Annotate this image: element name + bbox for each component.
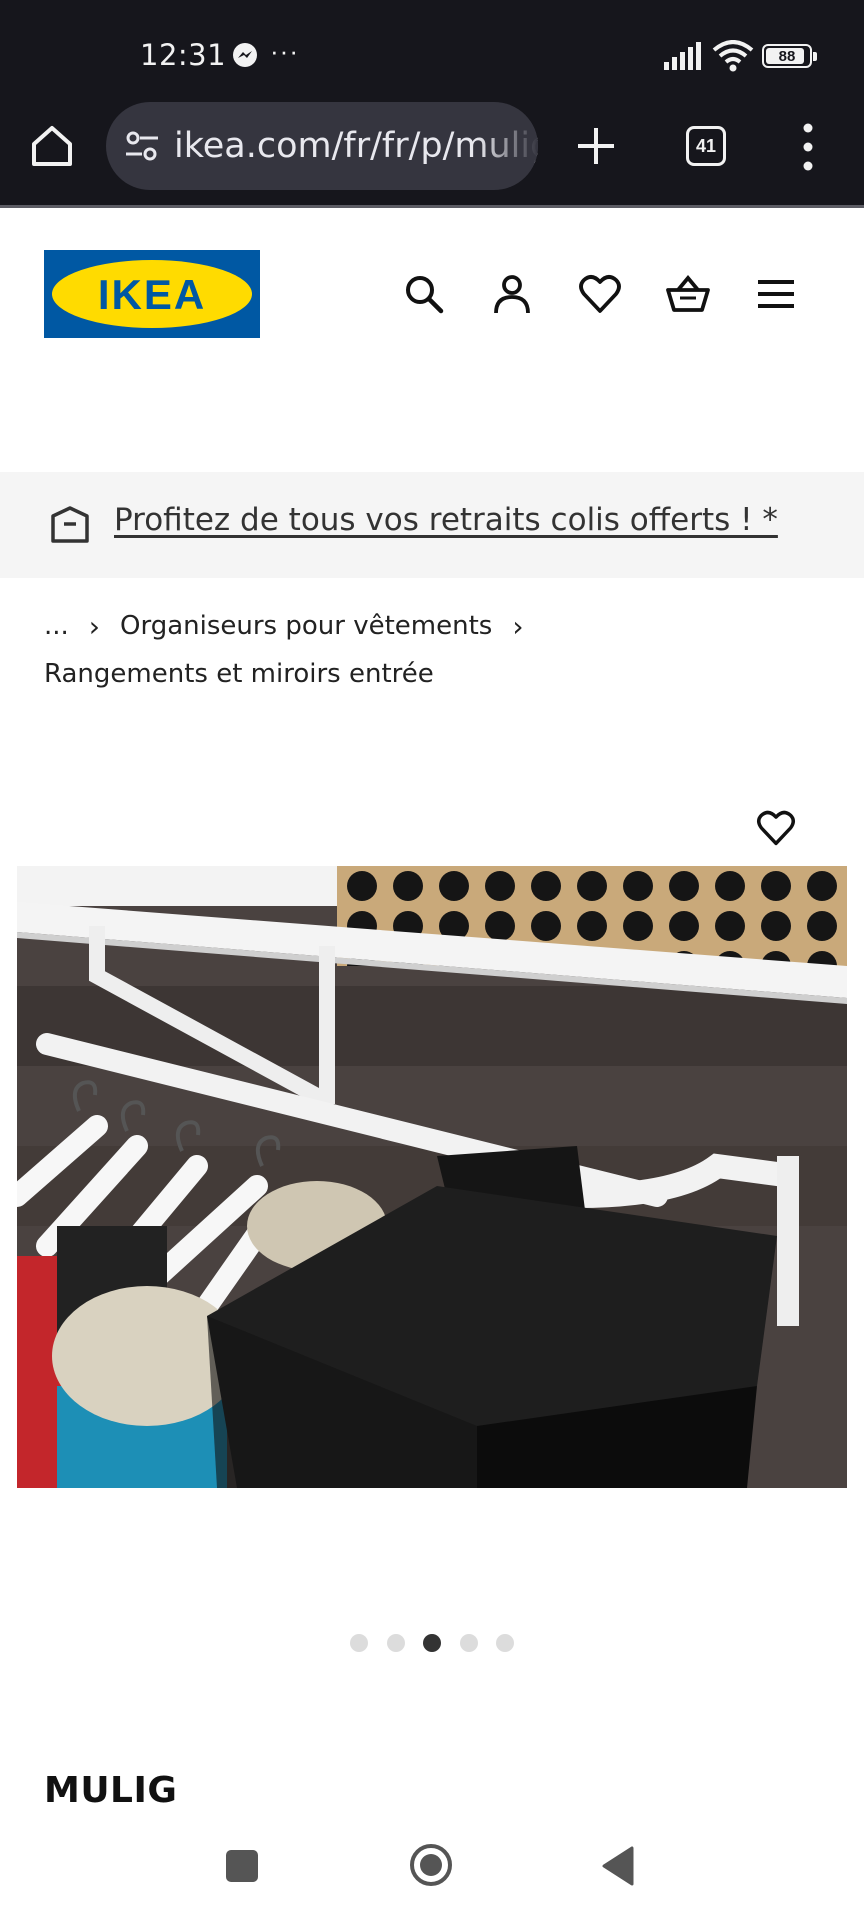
- chevron-right-icon: ›: [88, 609, 100, 643]
- carousel-dot-4[interactable]: [459, 1634, 478, 1652]
- search-icon[interactable]: [402, 272, 446, 316]
- product-name: MULIG: [44, 1770, 178, 1811]
- breadcrumb-current[interactable]: Rangements et miroirs entrée: [44, 654, 844, 694]
- hamburger-menu-icon[interactable]: [754, 272, 798, 316]
- promo-banner: Profitez de tous vos retraits colis offe…: [0, 472, 864, 578]
- new-tab-icon[interactable]: [572, 122, 620, 170]
- carousel-dot-3-active[interactable]: [423, 1634, 441, 1652]
- carousel-dots: [350, 1634, 514, 1654]
- carousel-dot-2[interactable]: [386, 1634, 405, 1652]
- battery-level: 88: [778, 47, 796, 65]
- carousel-dot-1[interactable]: [350, 1634, 368, 1652]
- promo-link[interactable]: Profitez de tous vos retraits colis offe…: [114, 502, 778, 538]
- nav-home-icon[interactable]: [408, 1842, 454, 1888]
- ikea-logo[interactable]: IKEA: [44, 250, 260, 338]
- more-vert-icon[interactable]: [796, 120, 820, 174]
- carousel-dot-5[interactable]: [496, 1634, 514, 1652]
- browser-toolbar: ikea.com/fr/fr/p/mulig- 41: [0, 100, 864, 208]
- add-to-favorites-button[interactable]: [740, 792, 812, 864]
- breadcrumb-ellipsis[interactable]: ...: [44, 611, 69, 641]
- messenger-icon: [233, 43, 257, 67]
- ikea-logo-text: IKEA: [98, 271, 206, 318]
- tabs-icon[interactable]: 41: [686, 126, 726, 166]
- battery-icon: 88: [762, 44, 817, 68]
- address-bar[interactable]: ikea.com/fr/fr/p/mulig-: [106, 102, 538, 190]
- chevron-right-icon: ›: [512, 609, 524, 643]
- cart-icon[interactable]: [666, 272, 710, 316]
- status-time: 12:31: [140, 38, 227, 72]
- android-nav-bar: [0, 1820, 864, 1920]
- favorites-icon[interactable]: [578, 272, 622, 316]
- signal-icon: [664, 42, 701, 70]
- home-icon[interactable]: [28, 122, 76, 170]
- status-overflow-dots: ···: [270, 36, 299, 66]
- breadcrumb: ... › Organiseurs pour vêtements › Range…: [44, 606, 844, 694]
- back-icon[interactable]: [600, 1846, 636, 1886]
- site-settings-icon[interactable]: [124, 130, 160, 162]
- store-box-icon: [51, 506, 89, 543]
- heart-icon: [757, 810, 795, 846]
- recents-icon[interactable]: [226, 1850, 258, 1882]
- tab-count: 41: [695, 135, 717, 156]
- status-bar: 12:31 ··· 88: [0, 0, 864, 100]
- breadcrumb-item-organisers[interactable]: Organiseurs pour vêtements: [120, 611, 492, 641]
- product-photo[interactable]: [17, 866, 847, 1488]
- wifi-icon: [712, 40, 754, 72]
- account-icon[interactable]: [490, 272, 534, 316]
